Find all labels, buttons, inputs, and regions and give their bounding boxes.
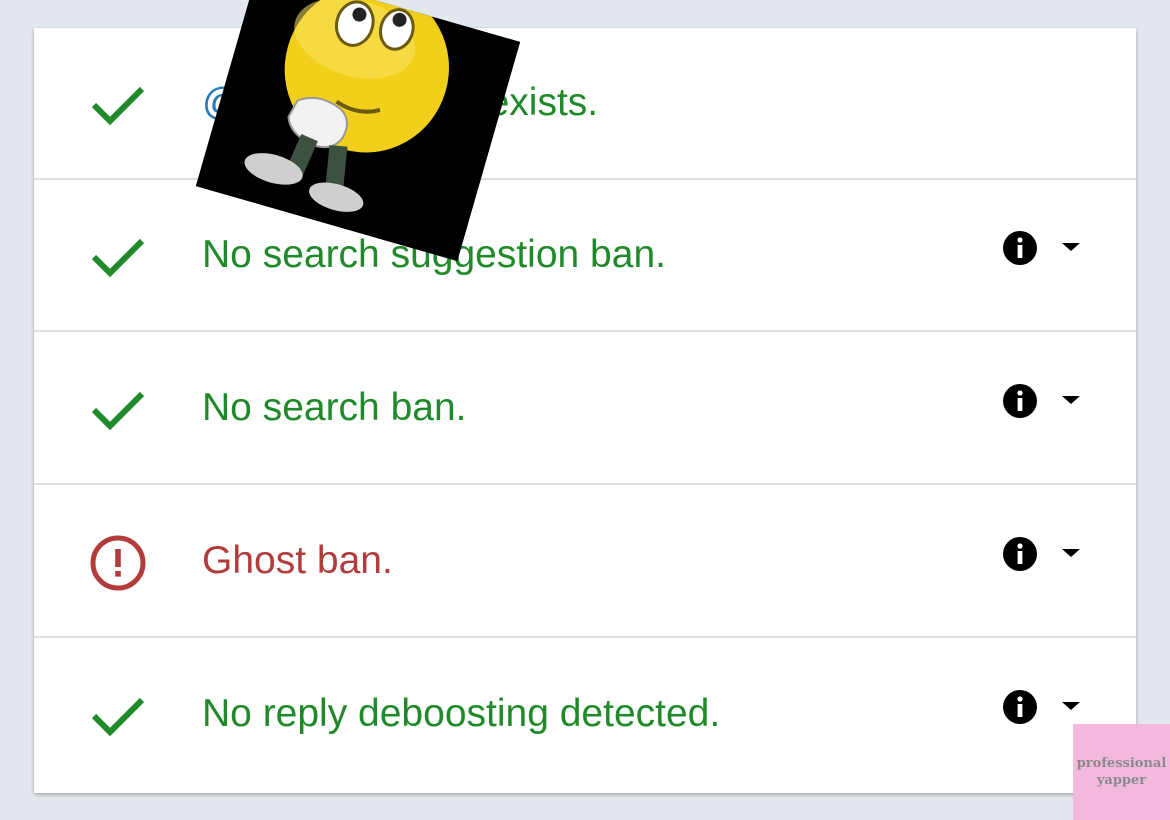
professional-yapper-watermark: professional yapper <box>1073 724 1170 820</box>
check-row-ghost-ban: Ghost ban. <box>34 486 1136 638</box>
check-row-reply-deboosting: No reply deboosting detected. <box>34 639 1136 791</box>
caret-down-icon[interactable] <box>1060 699 1082 713</box>
check-row-search-suggestion-ban: No search suggestion ban. <box>34 180 1136 332</box>
alert-circle-icon <box>88 532 148 592</box>
info-icon[interactable] <box>1002 689 1038 725</box>
check-label: No search ban. <box>202 386 467 429</box>
info-icon[interactable] <box>1002 536 1038 572</box>
check-icon <box>88 379 148 439</box>
check-label: No reply deboosting detected. <box>202 692 721 735</box>
watermark-line-2: yapper <box>1096 773 1147 788</box>
ban-check-results-card: @exists. No search suggestion ban. <box>34 28 1136 793</box>
check-row-account-exists: @exists. <box>34 28 1136 180</box>
check-icon <box>88 685 148 745</box>
info-icon[interactable] <box>1002 383 1038 419</box>
check-label: Ghost ban. <box>202 539 393 582</box>
caret-down-icon[interactable] <box>1060 546 1082 560</box>
check-icon <box>88 226 148 286</box>
caret-down-icon[interactable] <box>1060 393 1082 407</box>
caret-down-icon[interactable] <box>1060 240 1082 254</box>
info-icon[interactable] <box>1002 230 1038 266</box>
check-icon <box>88 74 148 134</box>
watermark-line-1: professional <box>1076 756 1167 771</box>
check-row-search-ban: No search ban. <box>34 333 1136 485</box>
